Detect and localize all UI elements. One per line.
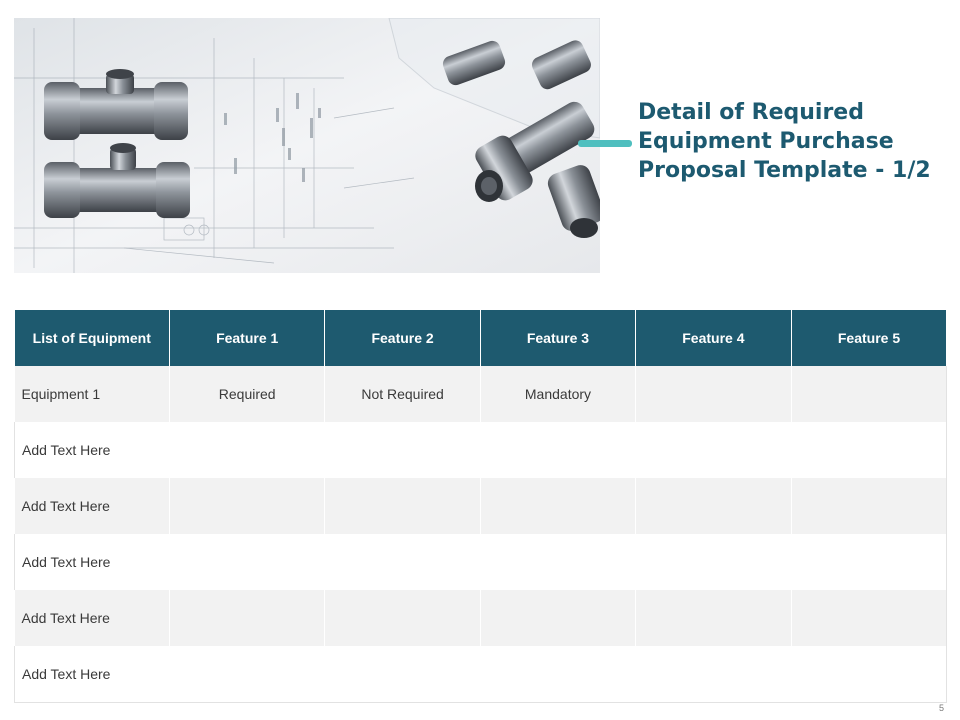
table-row: Add Text Here bbox=[14, 590, 947, 646]
table-cell bbox=[635, 422, 792, 478]
table-cell: Add Text Here bbox=[14, 534, 170, 590]
table-cell bbox=[635, 590, 792, 646]
table-cell: Mandatory bbox=[480, 366, 637, 422]
table-cell bbox=[635, 534, 792, 590]
column-header: Feature 4 bbox=[635, 310, 792, 366]
column-header: Feature 2 bbox=[324, 310, 481, 366]
table-cell bbox=[635, 478, 792, 534]
table-row: Add Text Here bbox=[14, 422, 947, 478]
table-row: Add Text Here bbox=[14, 478, 947, 534]
table-header-row: List of Equipment Feature 1 Feature 2 Fe… bbox=[14, 310, 947, 366]
table-cell bbox=[791, 366, 947, 422]
table-cell bbox=[480, 590, 637, 646]
table-cell bbox=[791, 646, 947, 703]
page-title: Detail of Required Equipment Purchase Pr… bbox=[638, 100, 931, 183]
table-cell bbox=[635, 646, 792, 703]
table-cell bbox=[169, 478, 326, 534]
table-cell bbox=[169, 534, 325, 590]
table-row: Add Text Here bbox=[14, 534, 947, 590]
column-header: Feature 3 bbox=[480, 310, 637, 366]
table-cell bbox=[791, 534, 947, 590]
table-cell bbox=[791, 478, 947, 534]
table-cell: Add Text Here bbox=[14, 478, 170, 534]
table-cell: Add Text Here bbox=[14, 422, 170, 478]
table-cell bbox=[324, 422, 481, 478]
table-cell bbox=[635, 366, 792, 422]
table-cell: Equipment 1 bbox=[14, 366, 170, 422]
table-cell: Required bbox=[169, 366, 326, 422]
table-cell bbox=[480, 478, 637, 534]
title-accent-bar bbox=[578, 140, 632, 147]
table-cell bbox=[169, 590, 326, 646]
column-header: Feature 5 bbox=[791, 310, 947, 366]
table-row: Add Text Here bbox=[14, 646, 947, 703]
table-cell bbox=[169, 422, 325, 478]
table-cell bbox=[791, 590, 947, 646]
hero-photo bbox=[14, 18, 600, 273]
table-cell: Add Text Here bbox=[14, 590, 170, 646]
table-cell bbox=[324, 646, 481, 703]
table-cell bbox=[324, 534, 481, 590]
table-cell bbox=[791, 422, 947, 478]
table-cell bbox=[324, 478, 481, 534]
table-cell bbox=[480, 646, 636, 703]
equipment-table: List of Equipment Feature 1 Feature 2 Fe… bbox=[14, 310, 947, 703]
pipe-fittings-blueprint-image bbox=[14, 18, 600, 273]
table-cell: Add Text Here bbox=[14, 646, 170, 703]
column-header: List of Equipment bbox=[14, 310, 170, 366]
table-cell: Not Required bbox=[324, 366, 481, 422]
table-cell bbox=[480, 422, 636, 478]
table-cell bbox=[324, 590, 481, 646]
equipment-table-container: List of Equipment Feature 1 Feature 2 Fe… bbox=[14, 310, 947, 703]
table-row: Equipment 1 Required Not Required Mandat… bbox=[14, 366, 947, 422]
table-cell bbox=[169, 646, 325, 703]
column-header: Feature 1 bbox=[169, 310, 326, 366]
table-cell bbox=[480, 534, 636, 590]
page-number: 5 bbox=[938, 703, 944, 713]
